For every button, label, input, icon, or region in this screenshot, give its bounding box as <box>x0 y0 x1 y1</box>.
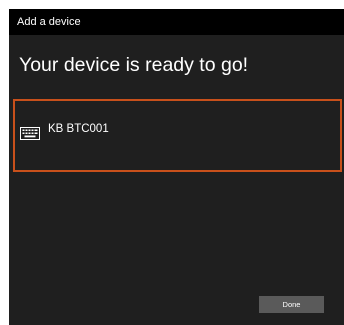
done-button[interactable]: Done <box>259 296 324 313</box>
add-device-dialog: Add a device Your device is ready to go! <box>9 9 344 325</box>
device-name: KB BTC001 <box>48 123 109 135</box>
page-title: Your device is ready to go! <box>19 54 249 76</box>
device-list-item[interactable]: KB BTC001 <box>13 99 342 172</box>
keyboard-icon <box>20 127 40 140</box>
window-title: Add a device <box>9 9 344 35</box>
